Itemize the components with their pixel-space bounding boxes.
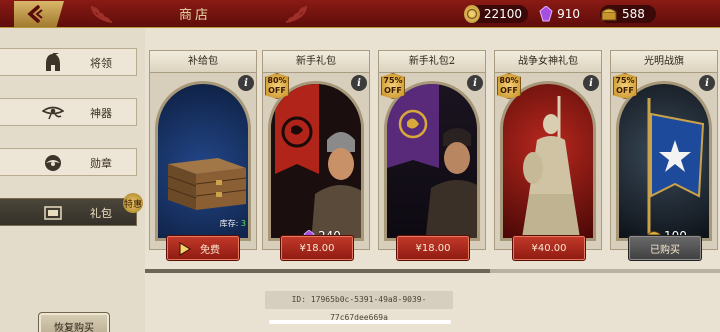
button-label: ¥40.00 <box>531 242 567 254</box>
war-goddess-pack-card[interactable]: 战争女神礼包 i 80% OFF <box>494 50 602 250</box>
shop-content: 补给包 i 库存: 3 新手礼包 i 80% OFF 新手礼包2 i 75% O… <box>145 28 720 332</box>
info-icon[interactable]: i <box>467 75 483 91</box>
card-art <box>268 81 364 241</box>
discount-badge: 75% OFF <box>613 73 637 99</box>
goddess-statue-image <box>521 96 581 238</box>
sidebar: 将领 神器 勋章 礼包 特惠 恢复购买 <box>0 28 145 332</box>
tab-generals[interactable]: 将领 <box>0 48 137 76</box>
tab-label: 勋章 <box>90 157 112 170</box>
player-id: ID: 17965b0c-5391-49a8-9039-77c67dee669a <box>265 291 453 322</box>
play-icon <box>179 242 191 256</box>
home-indicator[interactable] <box>269 320 451 324</box>
card-title: 新手礼包 <box>263 51 369 73</box>
gold-coin-icon <box>464 5 480 23</box>
tab-medals[interactable]: 勋章 <box>0 148 137 176</box>
tab-gift-packs[interactable]: 礼包 特惠 <box>0 193 143 226</box>
card-art <box>155 81 251 241</box>
eye-of-horus-icon <box>42 102 64 124</box>
page-title: 商店 <box>178 8 211 23</box>
gold-value: 22100 <box>483 7 522 21</box>
treasure-chest-icon <box>600 5 618 23</box>
laurel-right-icon <box>285 5 307 23</box>
card-title: 战争女神礼包 <box>495 51 601 73</box>
gold-counter[interactable]: 22100 <box>464 5 528 23</box>
button-label: ¥18.00 <box>415 242 451 254</box>
purchased-button: 已购买 <box>628 235 702 261</box>
button-label: 免费 <box>200 244 220 256</box>
tab-label: 将领 <box>90 57 112 70</box>
discount-badge: 80% OFF <box>497 73 521 99</box>
newbie-pack-2-card[interactable]: 新手礼包2 i 75% OFF <box>378 50 486 250</box>
gem-counter[interactable]: 910 <box>538 5 586 23</box>
warrior-portrait-image <box>271 84 361 238</box>
supply-pack-card[interactable]: 补给包 i 库存: 3 <box>149 50 257 250</box>
card-title: 补给包 <box>150 51 256 73</box>
banner-of-light-card[interactable]: 光明战旗 i 75%OFF 100 <box>610 50 718 250</box>
tab-label: 礼包 <box>90 207 112 220</box>
back-button[interactable] <box>14 1 64 27</box>
button-label: ¥18.00 <box>299 242 335 254</box>
card-art <box>500 81 596 241</box>
buy-war-goddess-pack-button[interactable]: ¥40.00 <box>512 235 586 261</box>
card-art <box>616 81 712 241</box>
newbie-pack-card[interactable]: 新手礼包 i 80%OFF 240 <box>262 50 370 250</box>
buy-newbie-pack-2-button[interactable]: ¥18.00 <box>396 235 470 261</box>
gem-value: 910 <box>557 7 580 21</box>
claim-free-button[interactable]: 免费 <box>166 235 240 261</box>
card-title: 新手礼包2 <box>379 51 485 73</box>
purple-gem-icon <box>538 5 553 23</box>
header-bar: 商店 22100 910 588 <box>0 0 720 28</box>
info-icon[interactable]: i <box>351 75 367 91</box>
info-icon[interactable]: i <box>699 75 715 91</box>
back-arrow-icon <box>27 5 43 23</box>
gift-scroll-icon <box>42 202 64 224</box>
banner-image <box>647 98 705 234</box>
info-icon[interactable]: i <box>583 75 599 91</box>
medal-wings-icon <box>42 152 64 174</box>
scrollbar-thumb[interactable] <box>145 269 490 273</box>
info-icon[interactable]: i <box>238 75 254 91</box>
laurel-left-icon <box>91 5 113 23</box>
helmet-icon <box>42 52 64 74</box>
chest-value: 588 <box>622 7 645 21</box>
tab-label: 神器 <box>90 107 112 120</box>
tab-artifacts[interactable]: 神器 <box>0 98 137 126</box>
card-title: 光明战旗 <box>611 51 717 73</box>
discount-badge: 75% OFF <box>381 73 405 99</box>
restore-purchase-button[interactable]: 恢复购买 <box>38 312 110 332</box>
card-art <box>384 81 480 241</box>
discount-badge: 80% OFF <box>265 73 289 99</box>
stock-label: 库存: 3 <box>219 219 246 228</box>
commander-portrait-image <box>387 84 477 238</box>
buy-newbie-pack-button[interactable]: ¥18.00 <box>280 235 354 261</box>
chest-counter[interactable]: 588 <box>600 5 656 23</box>
button-label: 已购买 <box>650 244 680 256</box>
stock-value: 3 <box>240 219 246 228</box>
special-offer-badge: 特惠 <box>123 193 143 213</box>
